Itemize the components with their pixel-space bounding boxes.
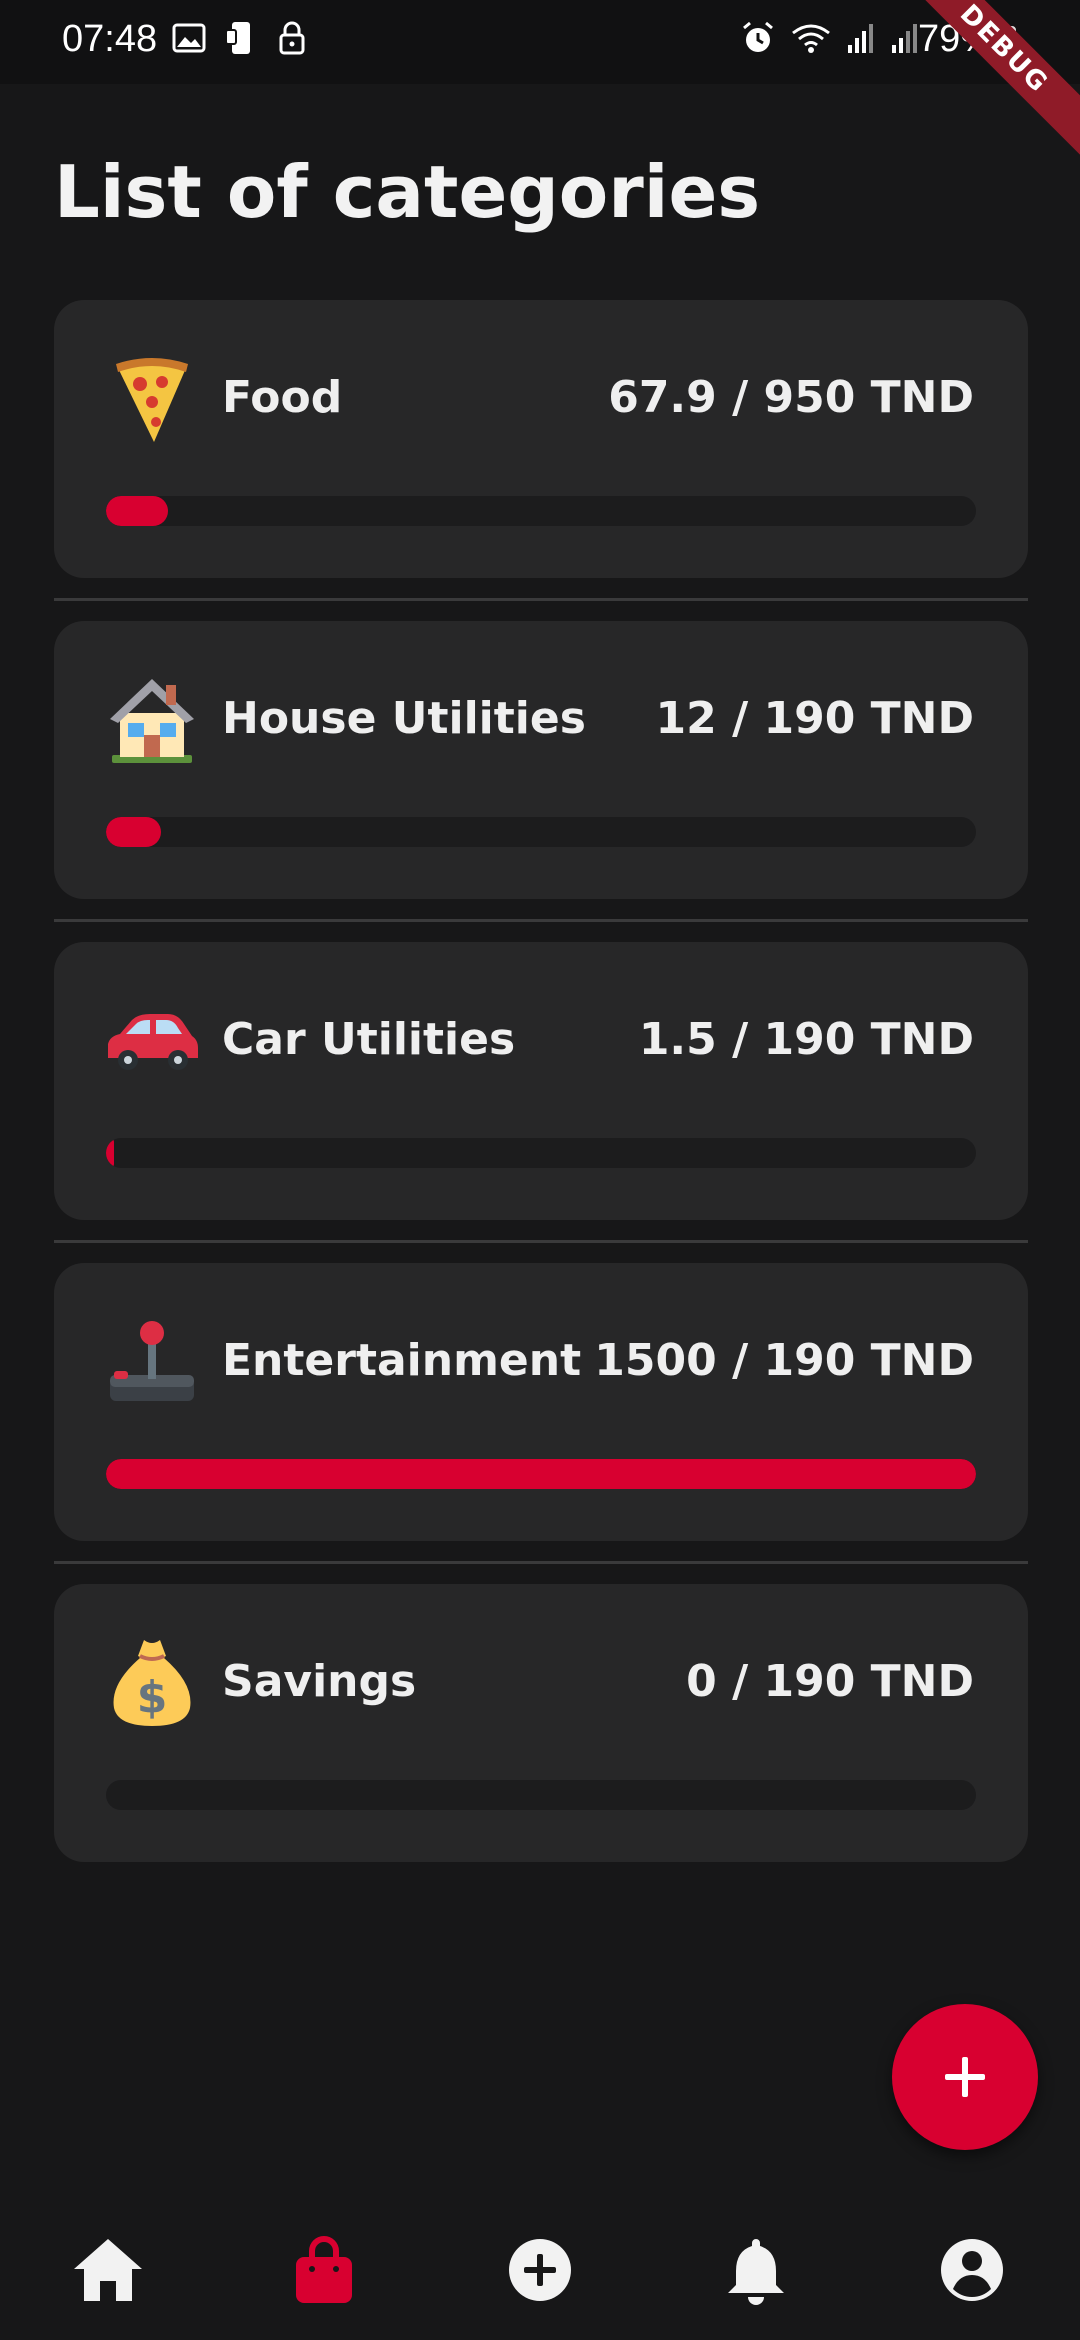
category-name: Food bbox=[222, 372, 343, 423]
wifi-icon bbox=[792, 24, 830, 53]
category-name: House Utilities bbox=[222, 693, 586, 744]
bottom-navigation bbox=[0, 2220, 1080, 2340]
add-circle-icon bbox=[509, 2239, 571, 2301]
budget-progress-bar bbox=[106, 1780, 976, 1810]
bell-icon bbox=[728, 2239, 784, 2305]
phone-sync-icon bbox=[225, 22, 250, 54]
divider bbox=[54, 1240, 1028, 1243]
lock-icon bbox=[279, 21, 305, 55]
add-category-button[interactable] bbox=[892, 2004, 1038, 2150]
category-name: Car Utilities bbox=[222, 1014, 516, 1065]
category-name: Savings bbox=[222, 1656, 417, 1707]
category-card-car-utilities[interactable]: Car Utilities 1.5 / 190 TND bbox=[54, 942, 1028, 1220]
category-card-food[interactable]: Food 67.9 / 950 TND bbox=[54, 300, 1028, 578]
svg-text:$: $ bbox=[137, 1672, 168, 1723]
money-bag-icon: $ bbox=[113, 1640, 191, 1726]
category-amount: 67.9 / 950 TND bbox=[608, 372, 974, 423]
account-circle-icon bbox=[941, 2239, 1003, 2301]
plus-icon bbox=[945, 2057, 985, 2097]
budget-progress-bar bbox=[106, 1138, 976, 1168]
page-title: List of categories bbox=[54, 150, 761, 234]
image-icon bbox=[172, 23, 206, 53]
house-icon bbox=[110, 679, 194, 763]
nav-add[interactable] bbox=[500, 2230, 580, 2310]
divider bbox=[54, 1561, 1028, 1564]
divider bbox=[54, 598, 1028, 601]
shopping-bag-icon bbox=[296, 2236, 352, 2303]
budget-progress-bar bbox=[106, 817, 976, 847]
nav-categories[interactable] bbox=[284, 2230, 364, 2310]
budget-progress-fill bbox=[106, 817, 161, 847]
category-card-entertainment[interactable]: Entertainment 1500 / 190 TND bbox=[54, 1263, 1028, 1541]
budget-progress-bar bbox=[106, 1459, 976, 1489]
category-name: Entertainment bbox=[222, 1335, 582, 1386]
status-time: 07:48 bbox=[62, 18, 158, 60]
alarm-icon bbox=[743, 21, 773, 52]
car-icon bbox=[108, 1014, 198, 1070]
budget-progress-fill bbox=[106, 1138, 114, 1168]
home-icon bbox=[74, 2239, 142, 2301]
status-bar: 07:48 79% bbox=[0, 0, 1080, 84]
category-card-house-utilities[interactable]: House Utilities 12 / 190 TND bbox=[54, 621, 1028, 899]
nav-profile[interactable] bbox=[932, 2230, 1012, 2310]
budget-progress-bar bbox=[106, 496, 976, 526]
budget-progress-fill bbox=[106, 1459, 976, 1489]
pizza-icon bbox=[116, 358, 188, 442]
category-amount: 12 / 190 TND bbox=[655, 693, 974, 744]
divider bbox=[54, 919, 1028, 922]
nav-home[interactable] bbox=[68, 2230, 148, 2310]
category-amount: 0 / 190 TND bbox=[686, 1656, 974, 1707]
category-card-savings[interactable]: $ Savings 0 / 190 TND bbox=[54, 1584, 1028, 1862]
joystick-icon bbox=[110, 1321, 194, 1401]
signal-icon bbox=[848, 24, 873, 53]
category-amount: 1.5 / 190 TND bbox=[638, 1014, 974, 1065]
signal-icon bbox=[892, 24, 917, 53]
category-amount: 1500 / 190 TND bbox=[594, 1335, 974, 1386]
category-list: Food 67.9 / 950 TND House Utilities 12 /… bbox=[54, 300, 1028, 1862]
nav-notifications[interactable] bbox=[716, 2230, 796, 2310]
budget-progress-fill bbox=[106, 496, 169, 526]
